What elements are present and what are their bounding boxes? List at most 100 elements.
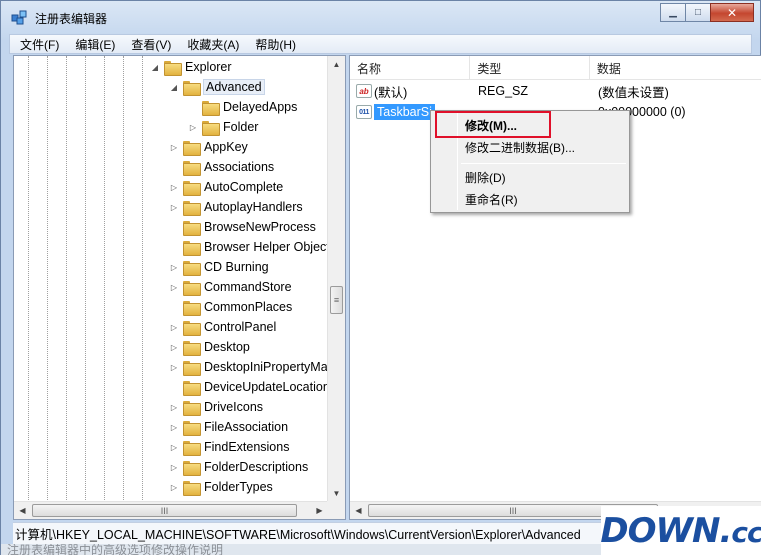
tree-node-label: Associations	[204, 160, 275, 174]
folder-icon	[183, 300, 201, 316]
menu-edit[interactable]: 编辑(E)	[65, 36, 121, 53]
menu-favorites[interactable]: 收藏夹(A)	[177, 36, 245, 53]
tree-node[interactable]: Associations	[169, 157, 274, 177]
tree-node-label: Advanced	[203, 79, 265, 95]
list-header: 名称 类型 数据	[350, 56, 761, 80]
tree-hscroll-thumb[interactable]: III	[32, 504, 297, 517]
tree-node[interactable]: ▷ FindExtensions	[169, 437, 289, 457]
scroll-left-arrow-icon[interactable]: ◀	[14, 502, 31, 519]
tree-horizontal-scrollbar[interactable]: ◀ III ▶	[14, 501, 328, 519]
value-name-cell: ab (默认)	[356, 81, 407, 101]
expand-arrow-icon[interactable]: ◢	[169, 83, 179, 92]
scroll-down-arrow-icon[interactable]: ▼	[328, 485, 345, 502]
tree-node[interactable]: ▷ CD Burning	[169, 257, 269, 277]
column-header-name[interactable]: 名称	[350, 56, 471, 80]
expand-arrow-icon[interactable]: ▷	[169, 203, 179, 212]
tree-node-label: FolderTypes	[204, 480, 273, 494]
folder-icon	[183, 400, 201, 416]
tree-node[interactable]: DeviceUpdateLocations	[169, 377, 328, 397]
scroll-right-arrow-icon[interactable]: ▶	[311, 502, 328, 519]
tree-guide-line	[142, 56, 143, 502]
menu-help[interactable]: 帮助(H)	[245, 36, 302, 53]
expand-arrow-icon[interactable]: ▷	[169, 283, 179, 292]
tree-guide-line	[85, 56, 86, 502]
tree-node[interactable]: ▷ DesktopIniPropertyMap	[169, 357, 328, 377]
expand-arrow-icon[interactable]: ▷	[169, 483, 179, 492]
folder-icon	[183, 360, 201, 376]
value-row[interactable]: ab (默认) REG_SZ (数值未设置)	[350, 81, 761, 101]
expand-arrow-icon[interactable]: ▷	[169, 143, 179, 152]
menu-file[interactable]: 文件(F)	[10, 36, 65, 53]
scroll-left-arrow-icon[interactable]: ◀	[350, 502, 367, 519]
tree-vertical-scrollbar[interactable]: ▲ ≡ ▼	[327, 56, 345, 502]
menu-item-delete[interactable]: 删除(D)	[465, 167, 506, 187]
tree-node[interactable]: ▷ AppKey	[169, 137, 248, 157]
tree-node[interactable]: ▷ FileAssociation	[169, 417, 288, 437]
tree-node-label: Explorer	[185, 60, 232, 74]
expand-arrow-icon[interactable]: ▷	[169, 403, 179, 412]
expand-arrow-icon[interactable]: ▷	[169, 343, 179, 352]
folder-icon	[183, 80, 201, 96]
tree-view[interactable]: ◢ Explorer ◢ Advanced DelayedApps ▷ Folder ▷ App…	[14, 56, 328, 502]
watermark-suffix: cc	[731, 516, 761, 549]
tree-node[interactable]: BrowseNewProcess	[169, 217, 316, 237]
tree-node[interactable]: ▷ FolderTypes	[169, 477, 273, 497]
tree-node-label: FolderDescriptions	[204, 460, 309, 474]
tree-node-label: ControlPanel	[204, 320, 277, 334]
folder-icon	[164, 60, 182, 76]
minimize-button[interactable]: ▁	[660, 3, 686, 22]
tree-node-label: Desktop	[204, 340, 250, 354]
maximize-button[interactable]: □	[685, 3, 711, 22]
tree-node[interactable]: CommonPlaces	[169, 297, 292, 317]
registry-editor-icon	[11, 10, 27, 25]
tree-node[interactable]: ▷ DriveIcons	[169, 397, 263, 417]
expand-arrow-icon[interactable]: ▷	[169, 463, 179, 472]
expand-arrow-icon[interactable]: ▷	[169, 423, 179, 432]
expand-arrow-icon[interactable]: ◢	[150, 63, 160, 72]
scroll-up-arrow-icon[interactable]: ▲	[328, 56, 345, 73]
tree-node[interactable]: ◢ Advanced	[169, 77, 265, 97]
folder-icon	[183, 420, 201, 436]
column-header-data[interactable]: 数据	[590, 56, 761, 80]
expand-arrow-icon[interactable]: ▷	[169, 443, 179, 452]
expand-arrow-icon[interactable]: ▷	[188, 123, 198, 132]
tree-node[interactable]: ▷ Folder	[188, 117, 258, 137]
bottom-caption: 注册表编辑器中的高级选项修改操作说明	[7, 544, 224, 555]
tree-node[interactable]: ▷ AutoComplete	[169, 177, 283, 197]
tree-guide-line	[47, 56, 48, 502]
expand-arrow-icon[interactable]: ▷	[169, 363, 179, 372]
menu-item-rename[interactable]: 重命名(R)	[465, 189, 518, 209]
tree-node-label: AutoplayHandlers	[204, 200, 303, 214]
tree-node[interactable]: ▷ ControlPanel	[169, 317, 276, 337]
menu-item-modify-binary[interactable]: 修改二进制数据(B)...	[465, 137, 575, 157]
tree-node[interactable]: ▷ CommandStore	[169, 277, 292, 297]
expand-arrow-icon[interactable]: ▷	[169, 263, 179, 272]
tree-node-label: AppKey	[204, 140, 248, 154]
folder-icon	[183, 340, 201, 356]
tree-node[interactable]: DelayedApps	[188, 97, 297, 117]
binary-value-icon: 011	[356, 105, 372, 119]
highlight-annotation-box	[435, 111, 551, 138]
menu-bar: 文件(F) 编辑(E) 查看(V) 收藏夹(A) 帮助(H)	[9, 34, 752, 54]
tree-scroll-thumb[interactable]: ≡	[330, 286, 343, 314]
close-button[interactable]: ✕	[710, 3, 754, 22]
tree-node[interactable]: ▷ Desktop	[169, 337, 250, 357]
menu-view[interactable]: 查看(V)	[121, 36, 177, 53]
column-header-type[interactable]: 类型	[470, 56, 590, 80]
tree-node[interactable]: ▷ AutoplayHandlers	[169, 197, 303, 217]
expand-arrow-icon[interactable]: ▷	[169, 183, 179, 192]
title-bar[interactable]: 注册表编辑器 ▁ □ ✕	[1, 1, 760, 33]
tree-node[interactable]: Browser Helper Objects	[169, 237, 328, 257]
tree-node-label: BrowseNewProcess	[204, 220, 316, 234]
tree-node[interactable]: ◢ Explorer	[150, 57, 232, 77]
tree-guide-line	[28, 56, 29, 502]
folder-icon	[183, 440, 201, 456]
folder-icon	[202, 100, 220, 116]
folder-icon	[183, 200, 201, 216]
tree-node-label: DeviceUpdateLocations	[204, 380, 328, 394]
registry-tree-pane[interactable]: ◢ Explorer ◢ Advanced DelayedApps ▷ Folder ▷ App…	[13, 55, 346, 520]
expand-arrow-icon[interactable]: ▷	[169, 323, 179, 332]
folder-icon	[183, 280, 201, 296]
folder-icon	[183, 160, 201, 176]
tree-node[interactable]: ▷ FolderDescriptions	[169, 457, 308, 477]
